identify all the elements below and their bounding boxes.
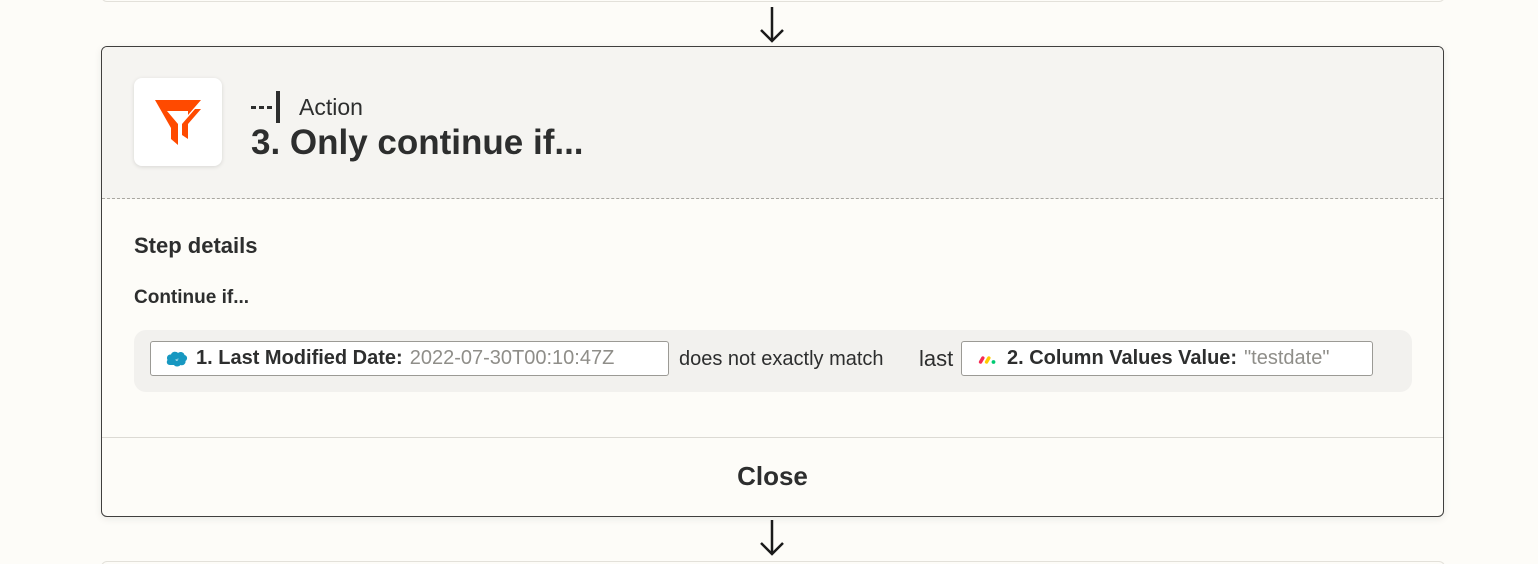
step-type-label: Action [299,93,363,120]
step-details-heading: Step details [134,233,258,258]
down-arrow-icon [760,7,784,43]
salesforce-icon: sf [166,351,188,366]
filter-step-card: Action 3. Only continue if... Step detai… [101,46,1444,517]
action-step-icon [251,91,280,123]
right-field-value: "testdate" [1244,347,1330,369]
condition-label: Continue if... [134,287,250,308]
filter-app-tile [134,78,222,166]
filter-rule-row: sf 1. Last Modified Date: 2022-07-30T00:… [134,330,1412,392]
step-type: Action [251,90,363,124]
monday-icon [978,355,996,364]
close-button[interactable]: Close [717,455,828,498]
left-field-pill[interactable]: sf 1. Last Modified Date: 2022-07-30T00:… [150,341,669,376]
right-field-label: 2. Column Values Value: [1007,347,1238,369]
left-field-value: 2022-07-30T00:10:47Z [409,347,615,369]
card-footer: Close [102,437,1443,516]
zap-editor-canvas: Action 3. Only continue if... Step detai… [0,0,1538,564]
previous-step-card-edge[interactable] [101,0,1445,2]
down-arrow-icon [760,520,784,556]
condition-operator: does not exactly match [679,348,884,370]
condition-literal-text: last [919,346,954,371]
step-header: Action 3. Only continue if... [102,47,1443,199]
left-field-label: 1. Last Modified Date: [196,347,403,369]
filter-icon [155,100,201,145]
right-field-pill[interactable]: 2. Column Values Value: "testdate" [961,341,1373,376]
step-title[interactable]: 3. Only continue if... [251,123,584,163]
